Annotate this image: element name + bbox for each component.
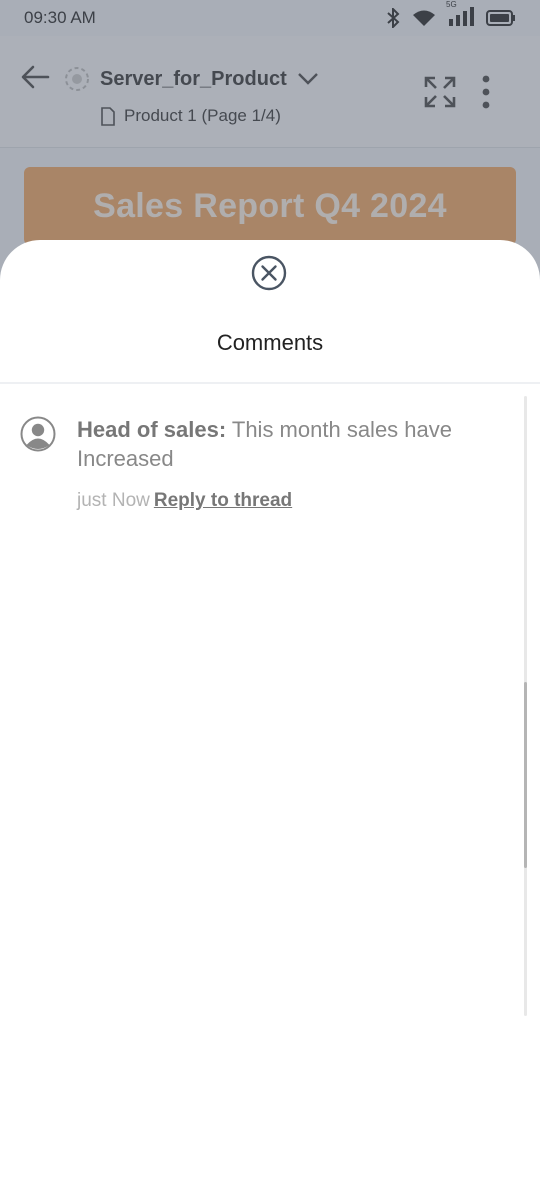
comment-meta: just Now Reply to thread (77, 490, 292, 512)
sheet-title: Comments (216, 330, 324, 355)
comment-time: just Now (77, 490, 150, 511)
comments-list[interactable]: Head of sales: This month sales have Inc… (0, 384, 540, 1029)
comment-text: Head of sales: This month sales have Inc… (77, 415, 517, 473)
comment-author: Head of sales: (77, 417, 227, 442)
scrollbar-thumb[interactable] (524, 682, 527, 868)
reply-to-thread-link[interactable]: Reply to thread (154, 490, 292, 511)
comments-sheet: Comments Head of sales: This month sales… (0, 240, 540, 1200)
close-icon[interactable] (251, 255, 287, 291)
avatar-icon (20, 416, 56, 452)
